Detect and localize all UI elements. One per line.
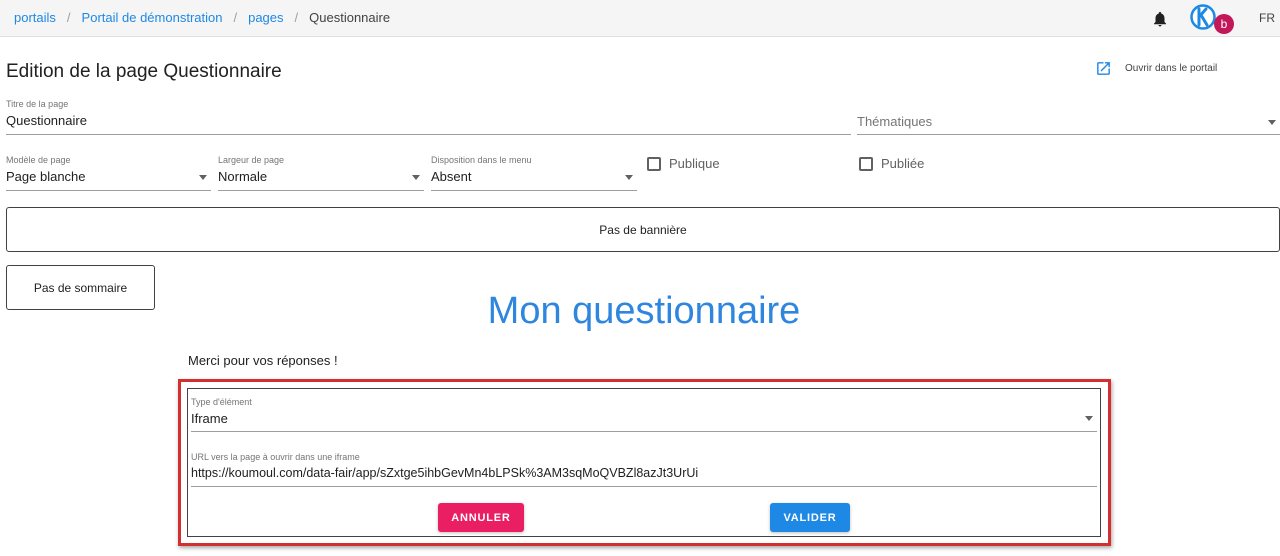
breadcrumb-pages[interactable]: pages bbox=[248, 10, 283, 25]
field-underline bbox=[6, 134, 851, 135]
iframe-url-value[interactable]: https://koumoul.com/data-fair/app/sZxtge… bbox=[191, 466, 1097, 480]
published-checkbox[interactable]: Publiée bbox=[859, 156, 924, 171]
language-selector[interactable]: FR bbox=[1259, 11, 1275, 25]
open-portal-link[interactable]: Ouvrir dans le portail bbox=[1095, 60, 1217, 77]
checkbox-icon[interactable] bbox=[859, 156, 873, 171]
breadcrumb: portails / Portail de démonstration / pa… bbox=[14, 10, 390, 25]
chevron-down-icon bbox=[1268, 120, 1276, 125]
page-title-value[interactable]: Questionnaire bbox=[6, 113, 851, 128]
element-type-value: Iframe bbox=[191, 411, 228, 426]
template-label: Modèle de page bbox=[6, 155, 71, 165]
breadcrumb-current: Questionnaire bbox=[309, 10, 391, 25]
open-portal-label: Ouvrir dans le portail bbox=[1125, 63, 1218, 74]
page-title: Edition de la page Questionnaire bbox=[6, 61, 282, 82]
chevron-down-icon bbox=[199, 175, 207, 180]
field-underline bbox=[431, 190, 637, 191]
questionnaire-heading: Mon questionnaire bbox=[487, 290, 801, 332]
top-bar: portails / Portail de démonstration / pa… bbox=[0, 0, 1280, 37]
breadcrumb-separator: / bbox=[233, 10, 238, 25]
bell-icon[interactable] bbox=[1151, 10, 1169, 28]
menu-position-value: Absent bbox=[431, 169, 472, 184]
breadcrumb-portails[interactable]: portails bbox=[14, 10, 56, 25]
thanks-text: Merci pour vos réponses ! bbox=[188, 353, 338, 368]
breadcrumb-portail-demo[interactable]: Portail de démonstration bbox=[82, 10, 223, 25]
field-underline bbox=[218, 190, 424, 191]
width-value: Normale bbox=[218, 169, 268, 184]
avatar-letter: b bbox=[1221, 17, 1228, 31]
chevron-down-icon bbox=[412, 175, 420, 180]
published-label: Publiée bbox=[881, 156, 925, 171]
field-underline bbox=[857, 134, 1280, 135]
element-type-label: Type d'élément bbox=[191, 397, 252, 407]
breadcrumb-separator: / bbox=[66, 10, 71, 25]
avatar[interactable]: b bbox=[1189, 3, 1239, 35]
topics-select[interactable]: Thématiques bbox=[857, 114, 1280, 135]
open-in-new-icon bbox=[1097, 62, 1110, 75]
public-checkbox[interactable]: Publique bbox=[647, 156, 720, 171]
public-label: Publique bbox=[669, 156, 720, 171]
width-label: Largeur de page bbox=[218, 155, 285, 165]
iframe-url-input[interactable]: URL vers la page à ouvrir dans une ifram… bbox=[191, 452, 1097, 487]
menu-position-select[interactable]: Disposition dans le menu Absent bbox=[431, 155, 637, 191]
template-value: Page blanche bbox=[6, 169, 86, 184]
chevron-down-icon bbox=[625, 175, 633, 180]
cancel-button[interactable]: ANNULER bbox=[438, 503, 524, 532]
topics-placeholder: Thématiques bbox=[857, 114, 933, 129]
page-title-label: Titre de la page bbox=[6, 99, 69, 109]
breadcrumb-separator: / bbox=[294, 10, 299, 25]
width-select[interactable]: Largeur de page Normale bbox=[218, 155, 424, 191]
field-underline bbox=[6, 190, 211, 191]
banner-button[interactable]: Pas de bannière bbox=[6, 207, 1280, 252]
menu-position-label: Disposition dans le menu bbox=[431, 155, 532, 165]
validate-button[interactable]: VALIDER bbox=[770, 503, 850, 532]
page-title-field[interactable]: Titre de la page Questionnaire bbox=[6, 99, 851, 135]
checkbox-icon[interactable] bbox=[647, 156, 661, 171]
iframe-url-label: URL vers la page à ouvrir dans une ifram… bbox=[191, 452, 360, 462]
field-underline bbox=[191, 486, 1097, 487]
field-underline bbox=[191, 431, 1097, 432]
template-select[interactable]: Modèle de page Page blanche bbox=[6, 155, 211, 191]
chevron-down-icon bbox=[1085, 416, 1093, 421]
element-type-select[interactable]: Type d'élément Iframe bbox=[191, 397, 1097, 432]
